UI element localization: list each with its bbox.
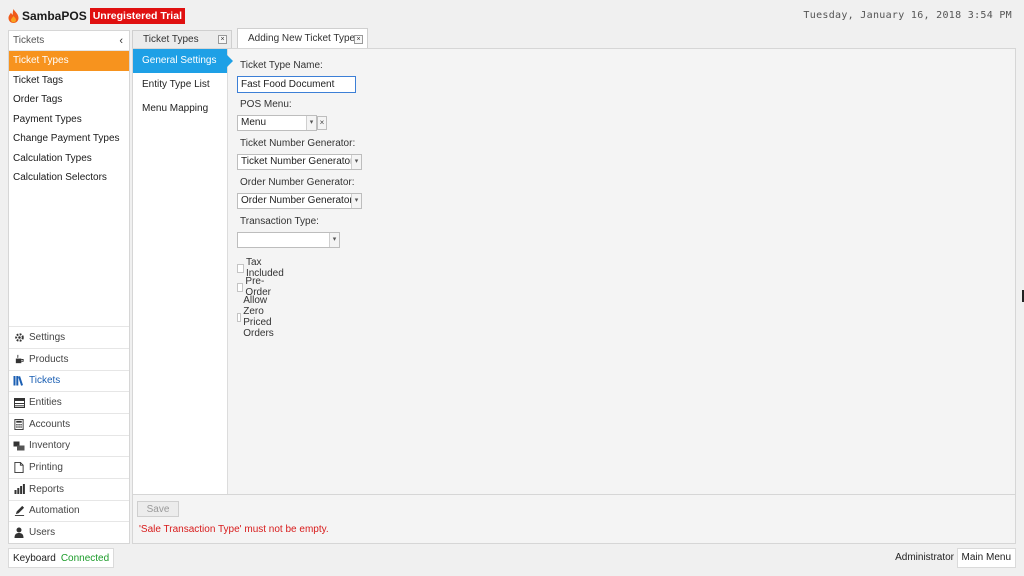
datetime-display: Tuesday, January 16, 2018 3:54 PM (803, 10, 1012, 21)
left-navigation: Tickets ‹ Ticket Types Ticket Tags Order… (8, 30, 130, 544)
nav-item-ticket-tags[interactable]: Ticket Tags (9, 71, 129, 91)
module-label: Users (29, 527, 56, 539)
keyboard-label: Keyboard (13, 552, 56, 564)
leftnav-title: Tickets (13, 35, 45, 46)
user-icon (13, 527, 25, 539)
nav-item-order-tags[interactable]: Order Tags (9, 90, 129, 110)
module-label: Printing (29, 462, 63, 474)
nav-item-calculation-types[interactable]: Calculation Types (9, 149, 129, 169)
checkbox-box[interactable] (237, 312, 242, 322)
module-products[interactable]: Products (9, 347, 129, 370)
module-label: Accounts (29, 418, 71, 430)
editor-footer: Save 'Sale Transaction Type' must not be… (133, 494, 1015, 543)
ticket-number-generator-value: Ticket Number Generator (241, 156, 354, 167)
table-icon (13, 397, 25, 409)
pos-menu-select[interactable]: Menu ▾ (237, 115, 317, 131)
transaction-type-label: Transaction Type: (240, 216, 319, 227)
section-menu: General Settings Entity Type List Menu M… (133, 49, 233, 494)
editor-content: General Settings Entity Type List Menu M… (132, 48, 1016, 544)
bar-chart-icon (13, 483, 25, 495)
status-bar: Keyboard Connected Administrator Main Me… (0, 548, 1024, 568)
tab-adding-new-ticket-type[interactable]: Adding New Ticket Type × (237, 28, 368, 48)
pencil-icon (13, 505, 25, 517)
tab-label: Adding New Ticket Type (248, 33, 356, 44)
module-label: Settings (29, 331, 66, 343)
module-users[interactable]: Users (9, 521, 129, 543)
nav-item-change-payment-types[interactable]: Change Payment Types (9, 129, 129, 149)
chevron-down-icon[interactable]: ▾ (351, 194, 361, 208)
app-logo: SambaPOS Unregistered Trial (8, 8, 185, 24)
books-icon (13, 375, 25, 387)
transaction-type-select[interactable]: ▾ (237, 232, 340, 248)
order-number-generator-select[interactable]: Order Number Generator ▾ (237, 193, 362, 209)
document-icon (13, 462, 25, 474)
order-number-generator-label: Order Number Generator: (240, 177, 355, 188)
module-settings[interactable]: Settings (9, 326, 129, 348)
module-printing[interactable]: Printing (9, 456, 129, 478)
module-label: Products (29, 353, 69, 365)
save-button[interactable]: Save (137, 501, 179, 517)
ticket-type-name-label: Ticket Type Name: (240, 60, 323, 71)
module-label: Reports (29, 483, 65, 495)
module-label: Automation (29, 505, 80, 517)
module-tickets[interactable]: Tickets (9, 369, 129, 392)
collapse-chevron-icon[interactable]: ‹ (119, 35, 123, 47)
chevron-down-icon[interactable]: ▾ (329, 233, 339, 247)
module-inventory[interactable]: Inventory (9, 434, 129, 457)
boxes-icon (13, 440, 25, 452)
close-icon[interactable]: × (354, 35, 363, 44)
module-entities[interactable]: Entities (9, 391, 129, 413)
title-bar: SambaPOS Unregistered Trial Tuesday, Jan… (0, 0, 1024, 30)
nav-item-payment-types[interactable]: Payment Types (9, 110, 129, 130)
main-panel: Ticket Types × Adding New Ticket Type × … (132, 28, 1016, 544)
nav-item-calculation-selectors[interactable]: Calculation Selectors (9, 168, 129, 188)
module-reports[interactable]: Reports (9, 477, 129, 500)
ticket-number-generator-label: Ticket Number Generator: (240, 138, 356, 149)
module-label: Tickets (29, 375, 61, 387)
validation-error-message: 'Sale Transaction Type' must not be empt… (139, 524, 329, 535)
ticket-number-generator-select[interactable]: Ticket Number Generator ▾ (237, 154, 362, 170)
pos-menu-label: POS Menu: (240, 99, 292, 110)
checkbox-label: Allow Zero Priced Orders (243, 295, 274, 339)
calculator-icon (13, 418, 25, 430)
current-user: Administrator (895, 552, 954, 563)
close-icon[interactable]: × (218, 35, 227, 44)
connection-status: Connected (60, 552, 110, 564)
module-accounts[interactable]: Accounts (9, 412, 129, 435)
section-entity-type-list[interactable]: Entity Type List (133, 73, 227, 97)
checkbox-box[interactable] (237, 282, 244, 292)
coffee-icon (13, 353, 25, 365)
chevron-down-icon[interactable]: ▾ (351, 155, 361, 169)
document-tabs: Ticket Types × Adding New Ticket Type × (132, 28, 1016, 48)
keyboard-button[interactable]: Keyboard Connected (8, 548, 115, 568)
flame-logo-icon (8, 9, 19, 23)
tab-ticket-types[interactable]: Ticket Types × (132, 30, 232, 48)
section-general-settings[interactable]: General Settings (133, 49, 233, 73)
checkbox-box[interactable] (237, 263, 244, 273)
brand-name: SambaPOS (22, 9, 87, 23)
tab-label: Ticket Types (143, 34, 199, 45)
module-automation[interactable]: Automation (9, 499, 129, 522)
main-menu-button[interactable]: Main Menu (956, 548, 1016, 568)
nav-item-ticket-types[interactable]: Ticket Types (9, 51, 129, 71)
allow-zero-priced-orders-checkbox[interactable]: Allow Zero Priced Orders (237, 295, 279, 339)
pos-menu-value: Menu (241, 117, 267, 128)
module-label: Inventory (29, 440, 71, 452)
chevron-down-icon[interactable]: ▾ (306, 116, 316, 130)
module-list: Settings Products Tickets Entities Accou… (9, 326, 129, 543)
gear-icon (13, 331, 25, 343)
module-label: Entities (29, 397, 62, 409)
leftnav-header: Tickets ‹ (9, 31, 129, 51)
ticket-type-name-input[interactable] (237, 76, 356, 93)
section-menu-mapping[interactable]: Menu Mapping (133, 97, 227, 121)
order-number-generator-value: Order Number Generator (241, 195, 353, 206)
pos-menu-clear-button[interactable]: × (317, 116, 327, 130)
trial-badge: Unregistered Trial (89, 8, 185, 24)
